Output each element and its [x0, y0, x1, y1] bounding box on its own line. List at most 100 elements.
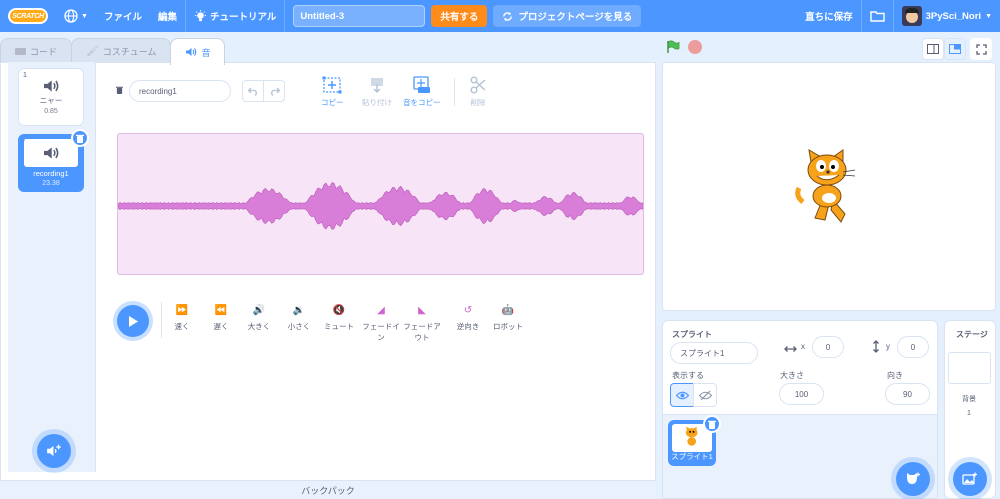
green-flag-icon[interactable]: [666, 40, 680, 54]
see-project-page-button[interactable]: プロジェクトページを見る: [493, 5, 642, 27]
show-sprite-button[interactable]: [670, 383, 694, 407]
sprite-tile-name: スプライト1: [671, 452, 713, 461]
speaker-icon: [186, 48, 197, 56]
cat-sprite[interactable]: [793, 148, 863, 226]
effect-button-4[interactable]: 🔇 ミュート: [319, 305, 359, 332]
add-sound-button[interactable]: [37, 434, 71, 468]
hide-sprite-button[interactable]: [693, 383, 717, 407]
lightbulb-icon: [194, 9, 207, 21]
chevron-down-icon: ▼: [985, 12, 992, 20]
y-input[interactable]: 0: [897, 336, 929, 358]
effect-icon: ◣: [418, 305, 426, 316]
my-stuff-button[interactable]: [862, 0, 893, 32]
scratch-logo[interactable]: SCRATCH: [8, 8, 48, 24]
undo-button[interactable]: [242, 80, 264, 102]
sound-duration: 23.38: [42, 180, 60, 187]
effect-icon: ◢: [377, 305, 385, 316]
tab-code[interactable]: コード: [0, 38, 73, 63]
stage-title: ステージ: [956, 330, 988, 339]
effect-button-6[interactable]: ◣ フェードアウト: [402, 305, 442, 343]
trash-icon: [116, 86, 123, 94]
stop-icon[interactable]: [688, 40, 702, 54]
x-arrows-icon: [784, 346, 797, 352]
fullscreen-button[interactable]: [970, 38, 992, 60]
cat-thumbnail-icon: [685, 426, 698, 446]
effect-button-7[interactable]: ↺ 逆向き: [448, 305, 488, 332]
x-label: x: [801, 342, 805, 351]
see-project-page-label: プロジェクトページを見る: [518, 12, 633, 23]
sound-item-selected[interactable]: 2 recording1 23.38: [18, 129, 89, 192]
effect-label: 逆向き: [456, 322, 480, 331]
tab-costumes[interactable]: 🖌 コスチューム: [71, 38, 172, 63]
menu-bar: SCRATCH ▼ ファイル 編集 チュートリアル Untitled-3 共有す…: [0, 0, 1000, 32]
add-backdrop-button[interactable]: [953, 462, 987, 496]
speaker-plus-icon: [47, 444, 61, 457]
language-menu[interactable]: ▼: [56, 0, 96, 32]
x-input[interactable]: 0: [812, 336, 844, 358]
effect-icon: ⏩: [175, 305, 189, 316]
sound-name: recording1: [33, 169, 69, 178]
large-stage-button[interactable]: [944, 38, 966, 60]
effect-button-3[interactable]: 🔉 小さく: [279, 305, 319, 332]
cat-plus-icon: [907, 472, 920, 484]
file-menu[interactable]: ファイル: [96, 0, 150, 32]
effect-icon: ↺: [463, 305, 473, 316]
paste-button[interactable]: 貼り付け: [362, 76, 392, 108]
toolbar-divider: [454, 78, 455, 106]
refresh-arrows-icon: [503, 11, 513, 21]
effect-icon: 🔇: [332, 305, 346, 316]
sound-item[interactable]: 1 ニャー 0.85: [18, 68, 84, 126]
redo-icon: [270, 87, 280, 96]
tab-sounds[interactable]: 音: [170, 38, 226, 65]
editor-tabs: コード 🖌 コスチューム 音: [0, 38, 226, 65]
tutorials-menu[interactable]: チュートリアル: [186, 0, 284, 32]
account-menu[interactable]: 3PySci_Nori ▼: [894, 0, 1000, 32]
edit-menu[interactable]: 編集: [150, 0, 185, 32]
delete-label: 削除: [470, 98, 486, 107]
copy-to-new-label: 音をコピー: [403, 98, 441, 107]
tab-code-label: コード: [30, 46, 58, 57]
effect-label: ミュート: [324, 322, 354, 331]
sprite-name-input[interactable]: スプライト1: [670, 342, 758, 364]
play-button[interactable]: [117, 305, 149, 337]
menu-divider: [284, 0, 286, 32]
copy-button[interactable]: コピー: [321, 76, 344, 108]
direction-input[interactable]: 90: [885, 383, 930, 405]
effect-button-0[interactable]: ⏩ 速く: [162, 305, 202, 332]
stage-thumbnail[interactable]: [948, 352, 991, 384]
backdrops-label: 背景: [962, 396, 976, 403]
small-stage-button[interactable]: [922, 38, 944, 60]
eye-icon: [675, 391, 689, 399]
save-now-button[interactable]: 直ちに保存: [797, 0, 861, 32]
copy-to-new-button[interactable]: 音をコピー: [403, 76, 441, 108]
size-input[interactable]: 100: [779, 383, 824, 405]
effect-icon: 🤖: [501, 305, 515, 316]
add-sprite-button[interactable]: [896, 462, 930, 496]
sprite-tile-selected[interactable]: スプライト1: [668, 415, 721, 466]
effect-button-2[interactable]: 🔊 大きく: [239, 305, 279, 332]
effect-label: 遅く: [213, 322, 229, 331]
folder-icon: [869, 11, 885, 22]
share-button[interactable]: 共有する: [431, 5, 488, 27]
project-title-input[interactable]: Untitled-3: [293, 5, 426, 27]
redo-button[interactable]: [263, 80, 285, 102]
small-stage-icon: [927, 44, 939, 54]
backdrops-count: 1: [967, 410, 971, 417]
paste-icon: [371, 78, 383, 93]
backpack-bar[interactable]: バックパック: [0, 480, 656, 499]
waveform-display[interactable]: [117, 133, 644, 275]
image-plus-icon: [962, 472, 977, 485]
effect-label: ロボット: [493, 322, 523, 331]
sound-number: 1: [23, 72, 27, 79]
delete-sound-button[interactable]: [71, 129, 89, 147]
sound-name-input[interactable]: recording1: [129, 80, 231, 102]
effect-button-5[interactable]: ◢ フェードイン: [361, 305, 401, 343]
effect-label: 小さく: [287, 322, 311, 331]
stage-canvas[interactable]: [662, 62, 996, 311]
avatar: [901, 6, 922, 26]
sound-duration: 0.85: [44, 108, 58, 115]
delete-sprite-button[interactable]: [703, 415, 721, 433]
delete-button[interactable]: 削除: [470, 76, 486, 108]
effect-button-8[interactable]: 🤖 ロボット: [488, 305, 528, 332]
effect-button-1[interactable]: ⏪ 遅く: [201, 305, 241, 332]
